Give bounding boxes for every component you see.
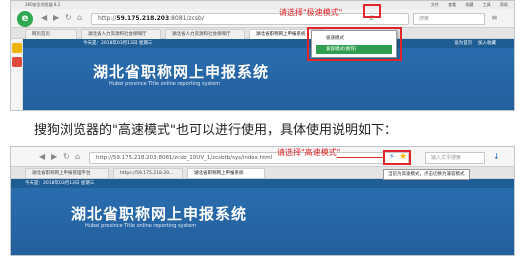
forward-icon[interactable]: ▶ <box>51 152 57 162</box>
search-input[interactable]: 搜索 <box>413 13 485 25</box>
browser-logo-icon: e <box>17 11 33 27</box>
add-favorite-link[interactable]: 加入收藏 <box>478 41 496 46</box>
menu-tools[interactable]: 工具 <box>483 2 491 7</box>
annotation-text: 请选择"极速模式" <box>279 8 343 17</box>
url-input[interactable]: http://59.175.218.203:8081/zcsb_10UV_1/z… <box>89 152 409 164</box>
date-text: 今天是：2018年03月13日 星期三 <box>83 41 153 46</box>
download-icon[interactable]: ↓ <box>493 152 500 162</box>
tab-title-system[interactable]: 湖北省职称网上申报系统 <box>187 168 265 178</box>
site-subtitle: Hubei province Title online reporting sy… <box>109 81 221 87</box>
url-path: :8081/zcsb/ <box>169 15 204 22</box>
site-title: 湖北省职称网上申报系统 <box>93 63 270 81</box>
url-input[interactable]: http://59.175.218.203:8081/zcsb/ <box>91 13 409 25</box>
home-icon[interactable]: ⌂ <box>77 13 82 23</box>
tab-bar: 网页首页 湖北省人力资源和社会保障厅 湖北省人力资源和社会保障厅 湖北省职称网上… <box>11 28 514 39</box>
tab-hrss-2[interactable]: 湖北省人力资源和社会保障厅 <box>165 29 245 39</box>
search-input[interactable]: 输入文字搜索 <box>425 152 485 164</box>
site-title: 湖北省职称网上申报系统 <box>71 205 248 223</box>
url-host: 59.175.218.203 <box>116 15 170 22</box>
url-scheme: http:// <box>98 15 117 22</box>
site-subtitle: Hubei province Title online reporting sy… <box>85 223 197 229</box>
screenshot-360-browser: 360安全浏览器 8.1 文件 查看 收藏 工具 帮助 e ◀ ▶ ↻ ⌂ ht… <box>10 0 515 111</box>
favorites-icon[interactable] <box>12 43 22 53</box>
menu-help[interactable]: 帮助 <box>500 2 508 7</box>
info-bar: 今天是：2018年03月13日 星期三 设为首页 加入收藏 <box>23 39 514 48</box>
info-bar: 今天是：2018年03月13日 星期三 <box>11 179 514 188</box>
annotation-arrow <box>337 157 383 158</box>
menu-favorites[interactable]: 收藏 <box>465 2 473 7</box>
tab-platform[interactable]: 湖北省职称网上申报管理平台 <box>25 168 109 178</box>
site-banner: 今天是：2018年03月13日 星期三 设为首页 加入收藏 湖北省职称网上申报系… <box>23 39 514 110</box>
window-titlebar: 360安全浏览器 8.1 文件 查看 收藏 工具 帮助 <box>11 1 514 9</box>
refresh-icon[interactable]: ↻ <box>63 152 70 162</box>
menu-file[interactable]: 文件 <box>431 2 439 7</box>
tab-home[interactable]: 网页首页 <box>25 29 77 39</box>
back-icon[interactable]: ◀ <box>39 152 45 162</box>
menu-view[interactable]: 查看 <box>448 2 456 7</box>
refresh-icon[interactable]: ↻ <box>65 13 72 23</box>
mode-tooltip: 当前为高速模式，点击切换为兼容模式 <box>383 169 470 180</box>
screenshot-sogou-browser: ◀ ▶ ↻ ⌂ http://59.175.218.203:8081/zcsb_… <box>10 146 515 256</box>
highlight-mode-button <box>363 4 381 18</box>
forward-icon[interactable]: ▶ <box>53 13 59 23</box>
caption-text: 搜狗浏览器的"高速模式"也可以进行使用，具体使用说明如下： <box>34 123 397 138</box>
tab-url[interactable]: https://59.175.218.20... <box>113 168 183 178</box>
annotation-text: 请选择"高速模式" <box>277 148 341 157</box>
window-title: 360安全浏览器 8.1 <box>25 2 61 7</box>
highlight-mode-button <box>383 150 411 165</box>
sidebar <box>11 39 23 110</box>
address-bar-row: ◀ ▶ ↻ ⌂ http://59.175.218.203:8081/zcsb_… <box>11 147 514 167</box>
address-bar-row: e ◀ ▶ ↻ ⌂ http://59.175.218.203:8081/zcs… <box>11 9 514 28</box>
date-text: 今天是：2018年03月13日 星期三 <box>25 181 95 186</box>
toolbar-menu-icon[interactable]: ≡ <box>491 13 498 23</box>
menu-bar: 文件 查看 收藏 工具 帮助 <box>423 1 508 9</box>
top-links: 设为首页 加入收藏 <box>454 39 496 48</box>
back-icon[interactable]: ◀ <box>41 13 47 23</box>
tab-hrss-1[interactable]: 湖北省人力资源和社会保障厅 <box>81 29 161 39</box>
app-icon[interactable] <box>12 57 22 67</box>
set-home-link[interactable]: 设为首页 <box>454 41 472 46</box>
home-icon[interactable]: ⌂ <box>75 152 80 162</box>
highlight-box <box>307 27 402 61</box>
site-banner: 今天是：2018年03月13日 星期三 湖北省职称网上申报系统 Hubei pr… <box>11 179 514 255</box>
